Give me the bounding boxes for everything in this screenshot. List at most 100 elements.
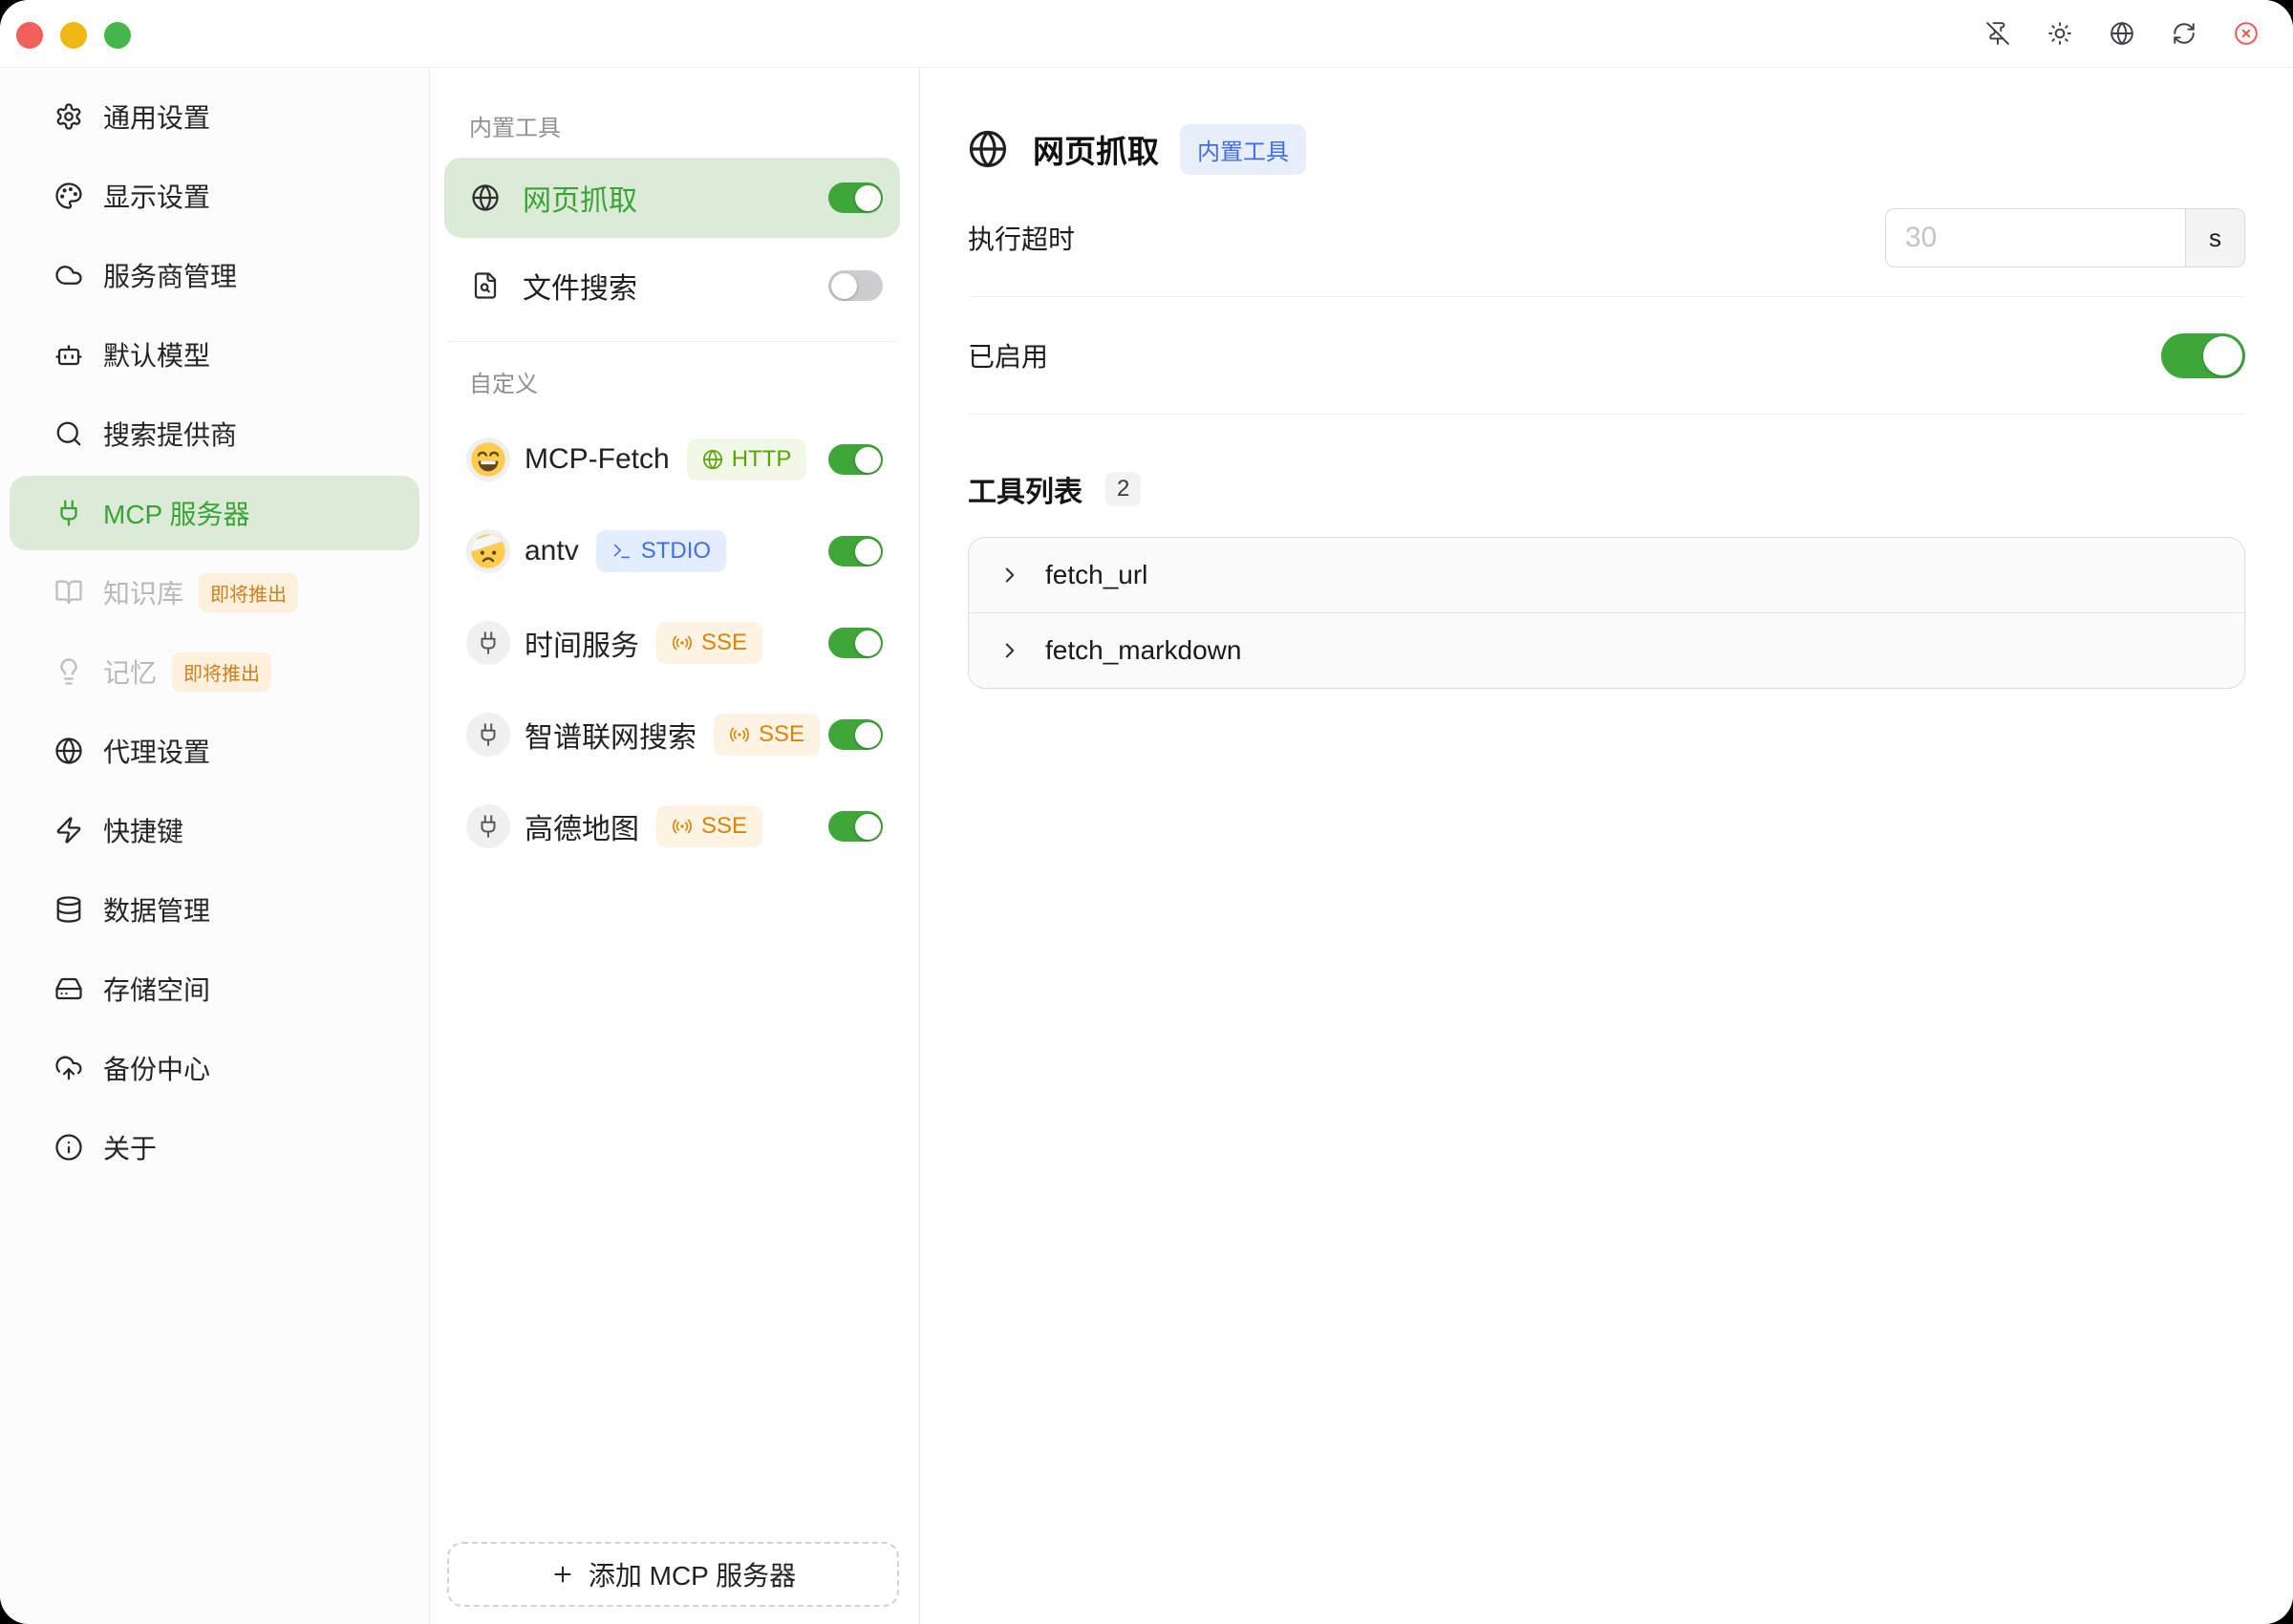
sidebar-item-label: 服务商管理 [103,256,237,294]
toggle-knob [855,539,881,565]
sidebar-item-default-models[interactable]: 默认模型 [10,317,419,392]
server-name: 智谱联网搜索 [525,714,696,756]
toggle-knob [855,630,881,656]
hard-drive-icon [54,974,83,1003]
server-avatar [466,621,510,665]
sidebar-item-search-providers[interactable]: 搜索提供商 [10,396,419,471]
lightbulb-icon [54,657,83,686]
mcp-server-mcp-fetch[interactable]: MCP-FetchHTTP [444,414,900,505]
sidebar-item-label: 数据管理 [103,890,210,929]
info-icon [54,1133,83,1162]
sidebar-item-data-management[interactable]: 数据管理 [10,872,419,947]
transport-label: SSE [759,721,804,748]
enabled-toggle[interactable] [2161,333,2245,378]
amap-toggle[interactable] [828,811,883,842]
tool-item-fetch_markdown[interactable]: fetch_markdown [969,612,2244,688]
antv-toggle[interactable] [828,536,883,566]
tool-item-fetch_url[interactable]: fetch_url [969,538,2244,612]
theme-button[interactable] [2047,21,2072,46]
tools-list-title: 工具列表 [968,468,1082,510]
server-avatar [466,529,510,573]
palette-icon [54,182,83,210]
mcp-server-antv[interactable]: antvSTDIO [444,505,900,597]
tools-list: fetch_url fetch_markdown [968,537,2245,689]
transport-label: SSE [701,630,747,656]
mcp-fetch-toggle[interactable] [828,444,883,475]
transport-badge-http: HTTP [687,438,807,481]
sidebar-item-label: 搜索提供商 [103,415,237,453]
zhipu-web-search-toggle[interactable] [828,719,883,750]
sidebar-item-label: 快捷键 [103,811,183,849]
emoji-grin-icon [469,440,507,479]
enabled-label: 已启用 [968,336,1048,374]
server-avatar [466,713,510,757]
sidebar-item-label: 默认模型 [103,335,210,374]
sidebar-item-general-settings[interactable]: 通用设置 [10,79,419,154]
tool-item-label: fetch_markdown [1045,635,1241,666]
refresh-button[interactable] [2172,21,2197,46]
titlebar [0,0,2293,68]
plus-icon [550,1562,575,1587]
sidebar-item-label: 显示设置 [103,177,210,215]
sidebar-item-memory[interactable]: 记忆即将推出 [10,634,419,709]
mcp-server-zhipu-web-search[interactable]: 智谱联网搜索 SSE [444,689,900,780]
timeout-row: 执行超时 s [968,180,2245,297]
sidebar-item-about[interactable]: 关于 [10,1110,419,1185]
server-avatar [466,804,510,848]
file-search-toggle[interactable] [828,270,883,301]
pin-off-button[interactable] [1985,21,2010,46]
plug-icon [476,630,501,655]
sidebar-item-label: 关于 [103,1128,157,1166]
traffic-lights [16,22,131,49]
emoji-hurt-icon [469,532,507,570]
web-fetch-detail-pane: 网页抓取 内置工具 执行超时 s 已启用 工具列表 2 [921,67,2293,1624]
page-title: 网页抓取 [1033,126,1159,172]
zoom-traffic-light[interactable] [104,22,131,49]
builtin-tool-web-fetch[interactable]: 网页抓取 [444,158,900,238]
builtin-tool-badge: 内置工具 [1180,124,1306,175]
language-button[interactable] [2110,21,2134,46]
mcp-server-amap[interactable]: 高德地图SSE [444,780,900,872]
cloud-icon [54,261,83,289]
server-name: 时间服务 [525,622,639,664]
toggle-knob [855,447,881,473]
close-window-button[interactable] [2234,21,2259,46]
sidebar-item-knowledge-base[interactable]: 知识库即将推出 [10,555,419,630]
time-service-toggle[interactable] [828,628,883,658]
radio-icon [729,724,750,745]
sidebar-item-proxy-settings[interactable]: 代理设置 [10,714,419,788]
globe-icon [702,449,723,470]
chevron-right-icon [997,638,1022,663]
sidebar-item-shortcuts[interactable]: 快捷键 [10,793,419,867]
globe-icon [968,129,1008,169]
zap-icon [54,816,83,844]
sidebar-item-provider-management[interactable]: 服务商管理 [10,238,419,312]
titlebar-actions [1985,0,2259,67]
sidebar-item-label: 存储空间 [103,970,210,1008]
transport-badge-sse: SSE [656,622,762,664]
sidebar-item-storage-space[interactable]: 存储空间 [10,951,419,1026]
sidebar-item-label: 通用设置 [103,97,210,136]
add-mcp-server-button[interactable]: 添加 MCP 服务器 [447,1542,899,1607]
transport-label: SSE [701,813,747,840]
sidebar-item-display-settings[interactable]: 显示设置 [10,159,419,233]
mcp-server-panel: 内置工具 网页抓取文件搜索 自定义 MCP-FetchHTTPantvSTDIO… [430,67,920,1624]
toggle-knob [831,273,857,299]
terminal-icon [611,541,632,562]
web-fetch-toggle[interactable] [828,182,883,213]
section-divider [446,341,898,342]
close-traffic-light[interactable] [16,22,43,49]
tools-count-badge: 2 [1105,472,1141,506]
settings-sidebar: 通用设置显示设置服务商管理默认模型搜索提供商 MCP 服务器知识库即将推出记忆即将… [0,67,430,1624]
sidebar-item-mcp-servers[interactable]: MCP 服务器 [10,476,419,550]
builtin-tool-file-search[interactable]: 文件搜索 [444,246,900,326]
mcp-server-time-service[interactable]: 时间服务 SSE [444,597,900,689]
gear-icon [54,102,83,131]
tools-header: 工具列表 2 [968,468,2245,510]
timeout-input[interactable] [1886,209,2185,267]
sidebar-item-backup-center[interactable]: 备份中心 [10,1031,419,1105]
transport-label: STDIO [641,538,711,565]
minimize-traffic-light[interactable] [60,22,87,49]
transport-badge-sse: SSE [656,805,762,847]
globe-icon [471,183,500,212]
